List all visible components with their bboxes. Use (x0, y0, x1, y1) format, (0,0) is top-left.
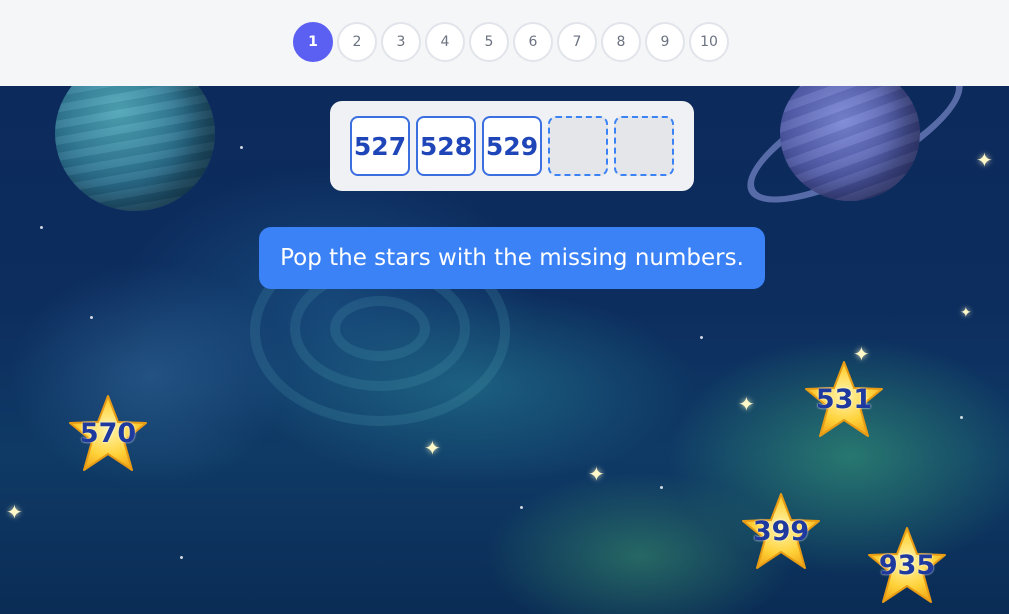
star-target-531[interactable]: 531 (802, 360, 886, 440)
sparkle-icon: ✦ (960, 305, 972, 321)
star-dot (960, 416, 963, 419)
star-number: 570 (79, 418, 137, 449)
number-sequence-panel: 527 528 529 (330, 101, 694, 191)
sparkle-icon: ✦ (588, 462, 605, 486)
sparkle-icon: ✦ (738, 392, 755, 416)
planet-left-icon (55, 86, 215, 211)
sparkle-icon: ✦ (6, 500, 23, 524)
step-list: 1 2 3 4 5 6 7 8 9 10 (293, 22, 729, 62)
step-button-3[interactable]: 3 (381, 22, 421, 62)
step-button-9[interactable]: 9 (645, 22, 685, 62)
step-button-10[interactable]: 10 (689, 22, 729, 62)
nebula-swirl (330, 296, 430, 361)
step-button-7[interactable]: 7 (557, 22, 597, 62)
star-target-399[interactable]: 399 (739, 492, 823, 572)
star-dot (520, 506, 523, 509)
step-button-8[interactable]: 8 (601, 22, 641, 62)
sequence-tile: 527 (350, 116, 410, 176)
step-button-6[interactable]: 6 (513, 22, 553, 62)
step-button-4[interactable]: 4 (425, 22, 465, 62)
step-button-1[interactable]: 1 (293, 22, 333, 62)
star-target-570[interactable]: 570 (66, 394, 150, 474)
sequence-tile: 529 (482, 116, 542, 176)
sparkle-icon: ✦ (976, 148, 993, 172)
star-dot (660, 486, 663, 489)
star-dot (40, 226, 43, 229)
step-button-2[interactable]: 2 (337, 22, 377, 62)
star-dot (700, 336, 703, 339)
sparkle-icon: ✦ (424, 436, 441, 460)
sequence-tile: 528 (416, 116, 476, 176)
star-number: 935 (878, 550, 936, 581)
empty-slot (614, 116, 674, 176)
empty-slot (548, 116, 608, 176)
instruction-banner: Pop the stars with the missing numbers. (259, 227, 765, 289)
star-dot (240, 146, 243, 149)
star-dot (90, 316, 93, 319)
star-number: 531 (815, 384, 873, 415)
progress-bar: 1 2 3 4 5 6 7 8 9 10 (0, 0, 1009, 86)
step-button-5[interactable]: 5 (469, 22, 509, 62)
star-dot (180, 556, 183, 559)
star-number: 399 (752, 516, 810, 547)
star-target-935[interactable]: 935 (865, 526, 949, 606)
